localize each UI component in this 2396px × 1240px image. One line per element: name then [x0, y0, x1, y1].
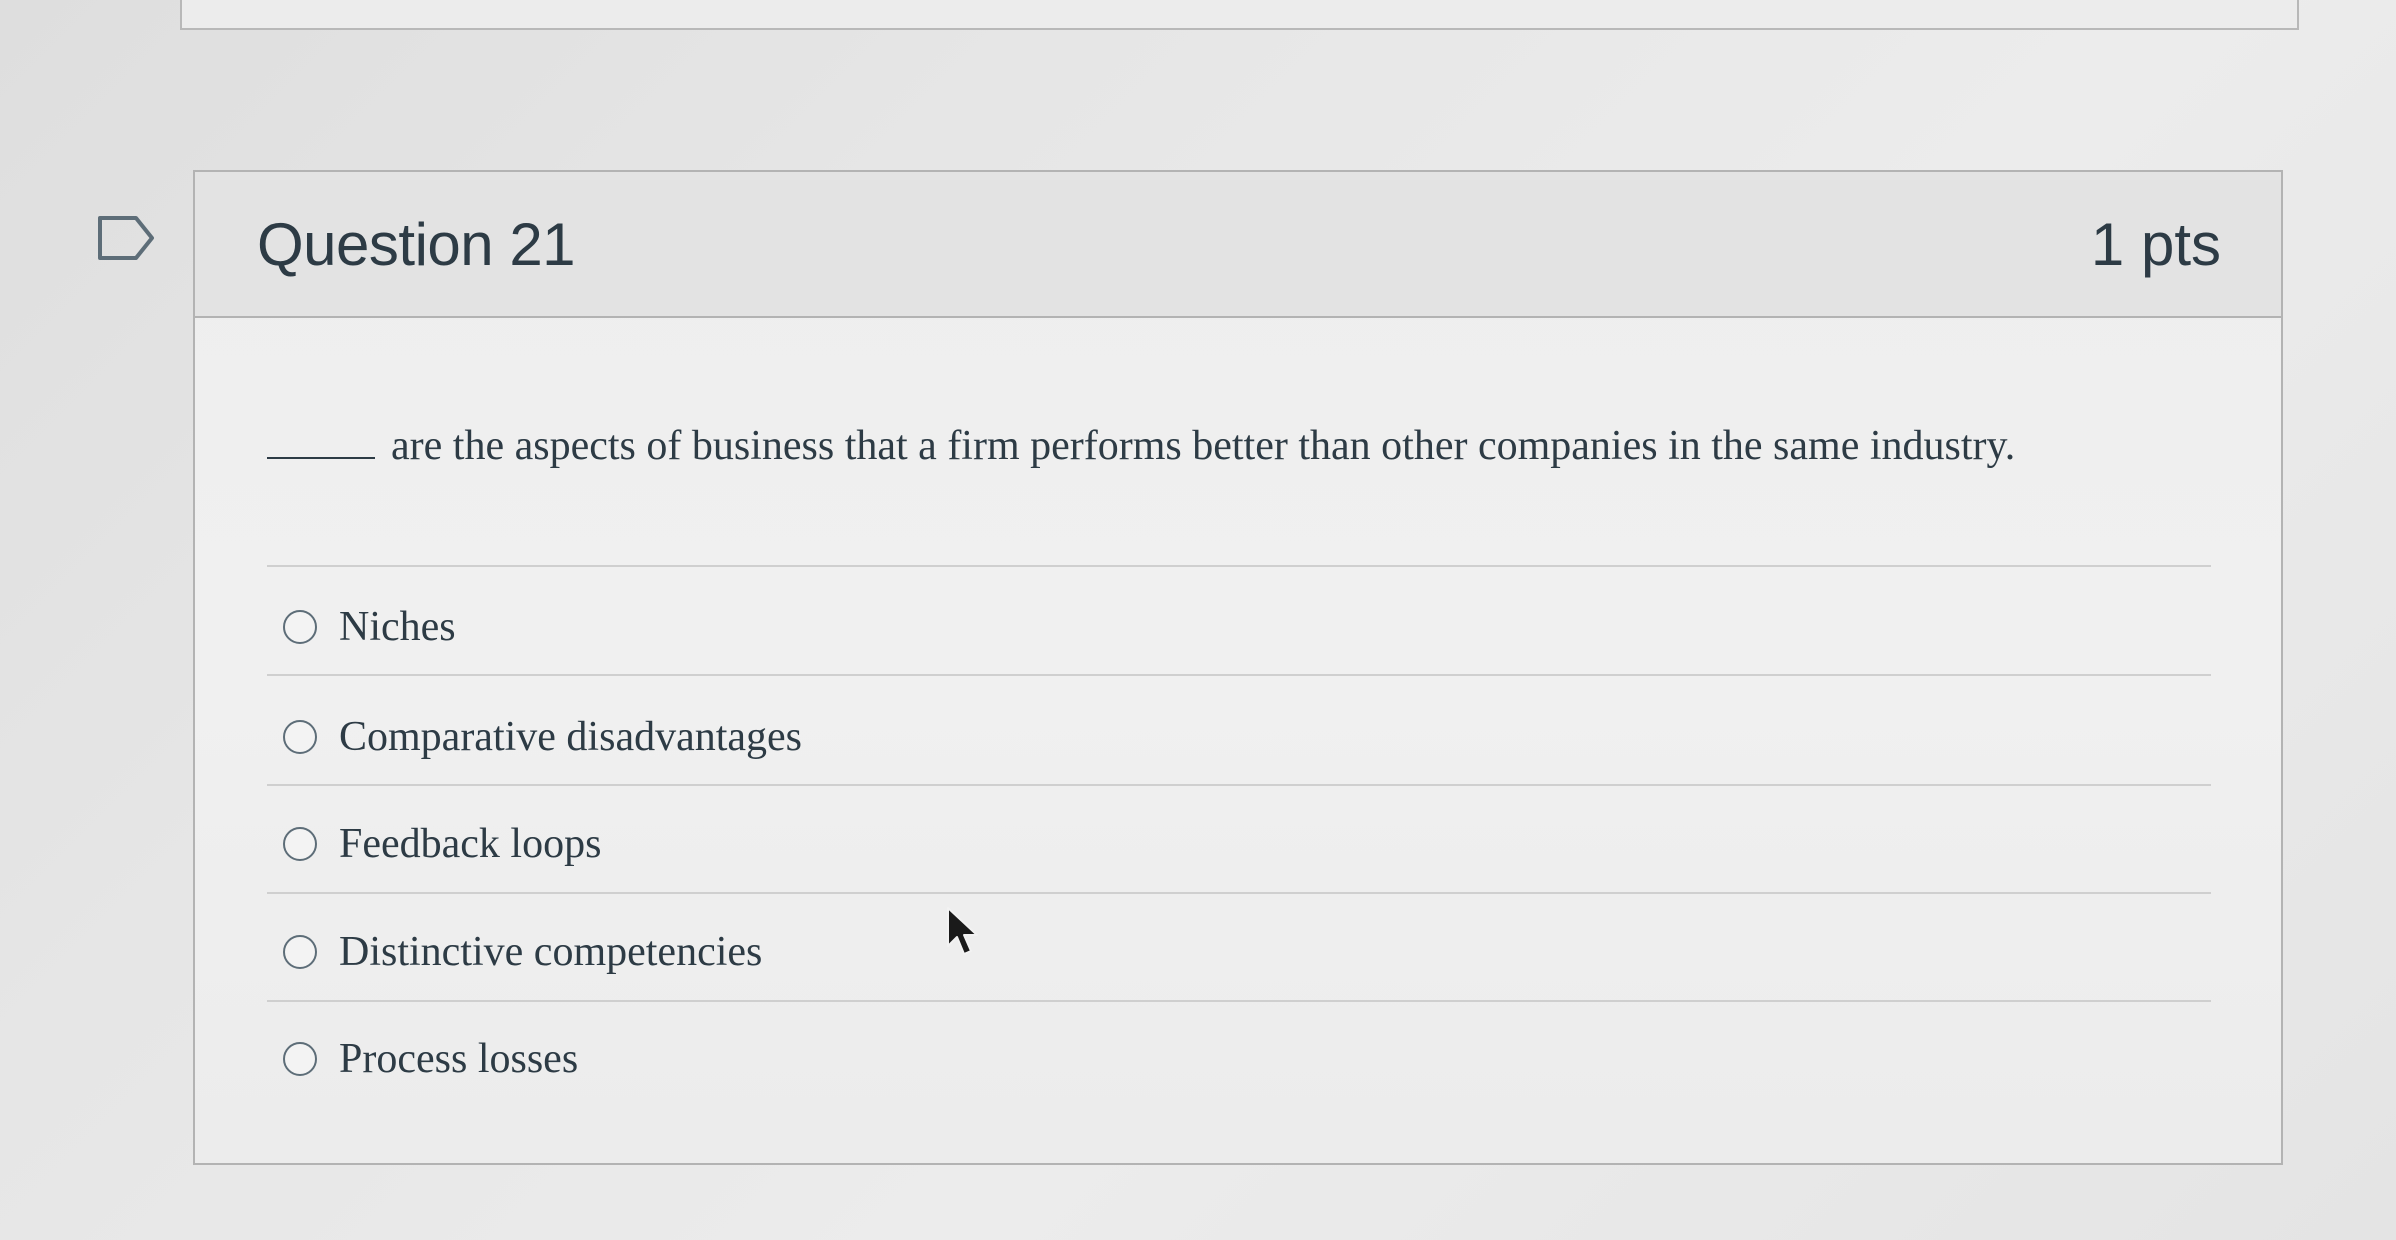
radio-icon[interactable]	[283, 827, 317, 861]
flag-question-icon[interactable]	[96, 214, 156, 262]
question-prompt: are the aspects of business that a firm …	[267, 422, 2015, 470]
answer-label: Distinctive competencies	[339, 929, 763, 975]
answer-label: Process losses	[339, 1036, 579, 1082]
question-header: Question 21 1 pts	[195, 172, 2281, 318]
radio-icon[interactable]	[283, 935, 317, 969]
answer-divider	[267, 784, 2211, 786]
question-prompt-text: are the aspects of business that a firm …	[391, 423, 2016, 469]
fill-in-blank	[267, 457, 375, 459]
radio-icon[interactable]	[283, 720, 317, 754]
answer-option[interactable]: Comparative disadvantages	[283, 707, 802, 767]
answer-label: Niches	[339, 604, 456, 650]
question-title: Question 21	[257, 211, 576, 278]
answer-option[interactable]: Distinctive competencies	[283, 922, 762, 982]
answer-option[interactable]: Niches	[283, 597, 456, 657]
radio-icon[interactable]	[283, 1042, 317, 1076]
answer-option[interactable]: Feedback loops	[283, 814, 601, 874]
question-points: 1 pts	[2090, 211, 2221, 278]
question-card: Question 21 1 pts are the aspects of bus…	[193, 170, 2283, 1165]
previous-question-card	[180, 0, 2299, 30]
answer-divider	[267, 892, 2211, 894]
answer-label: Feedback loops	[339, 821, 602, 867]
answer-option[interactable]: Process losses	[283, 1029, 578, 1089]
answer-label: Comparative disadvantages	[339, 714, 803, 760]
answer-divider	[267, 674, 2211, 676]
radio-icon[interactable]	[283, 610, 317, 644]
mouse-cursor-icon	[947, 907, 978, 955]
prompt-divider	[267, 565, 2211, 567]
answer-divider	[267, 1000, 2211, 1002]
